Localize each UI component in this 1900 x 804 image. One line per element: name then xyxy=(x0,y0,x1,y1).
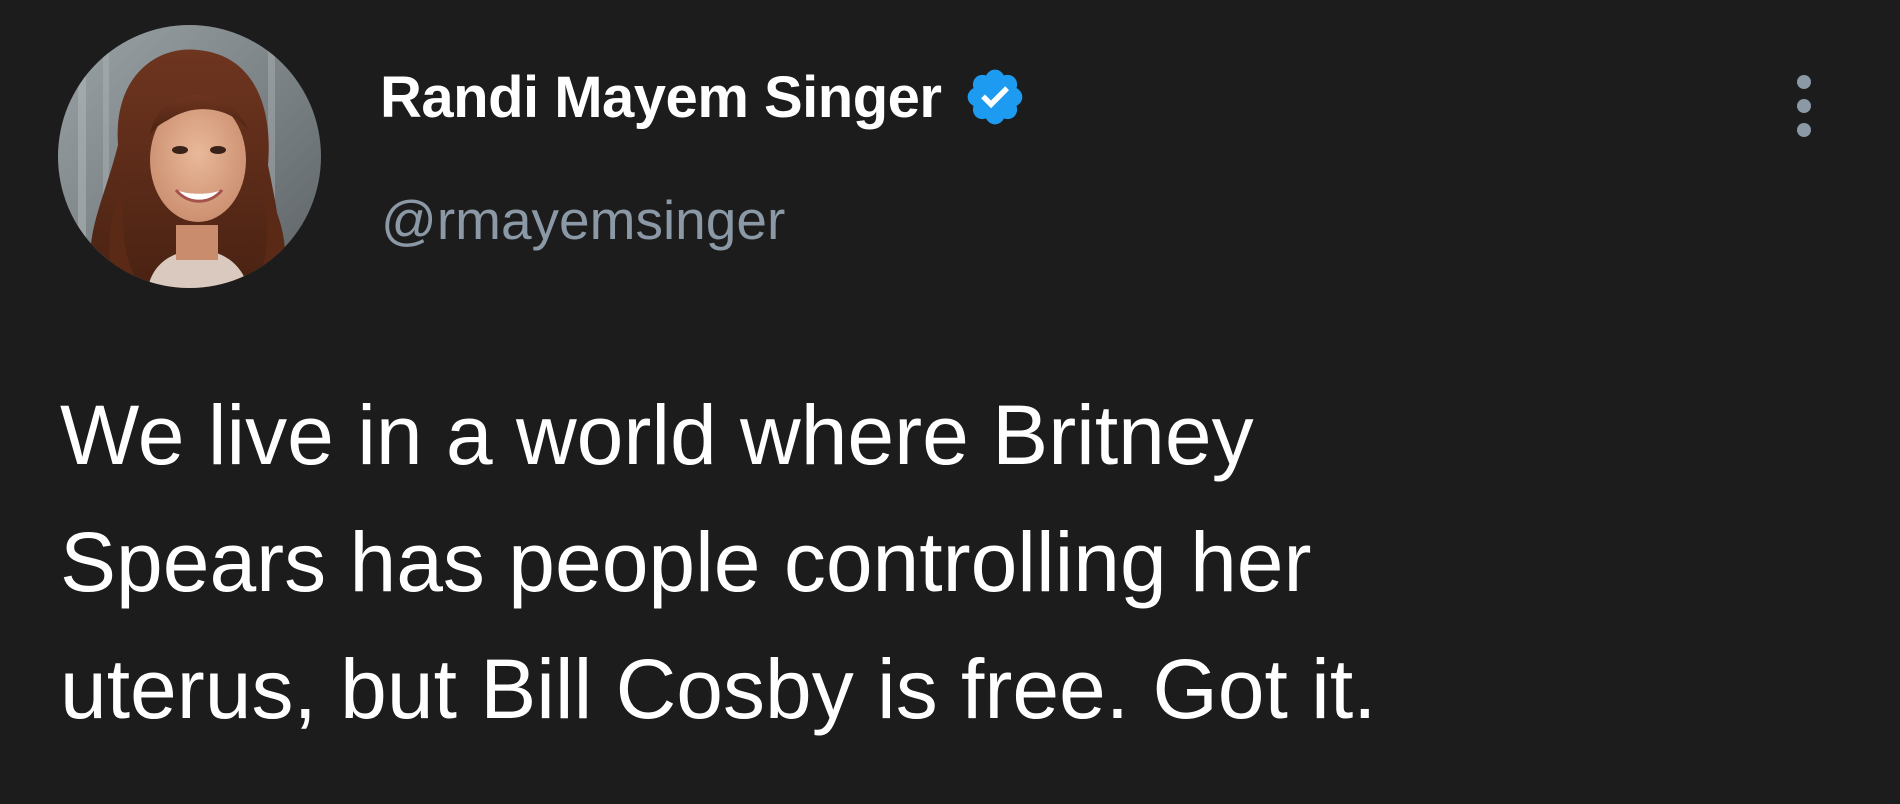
author-handle[interactable]: @rmayemsinger xyxy=(381,188,785,252)
author-avatar[interactable] xyxy=(58,25,321,288)
more-vertical-icon xyxy=(1797,75,1811,137)
avatar-photo-icon xyxy=(58,25,321,288)
more-options-button[interactable] xyxy=(1774,66,1834,146)
verified-badge-icon xyxy=(963,65,1027,129)
author-name-row: Randi Mayem Singer xyxy=(380,62,1027,132)
author-display-name[interactable]: Randi Mayem Singer xyxy=(380,64,942,131)
tweet-body-text: We live in a world where Britney Spears … xyxy=(60,388,1377,736)
tweet-card: Randi Mayem Singer @rmayemsinger We live… xyxy=(0,0,1900,804)
